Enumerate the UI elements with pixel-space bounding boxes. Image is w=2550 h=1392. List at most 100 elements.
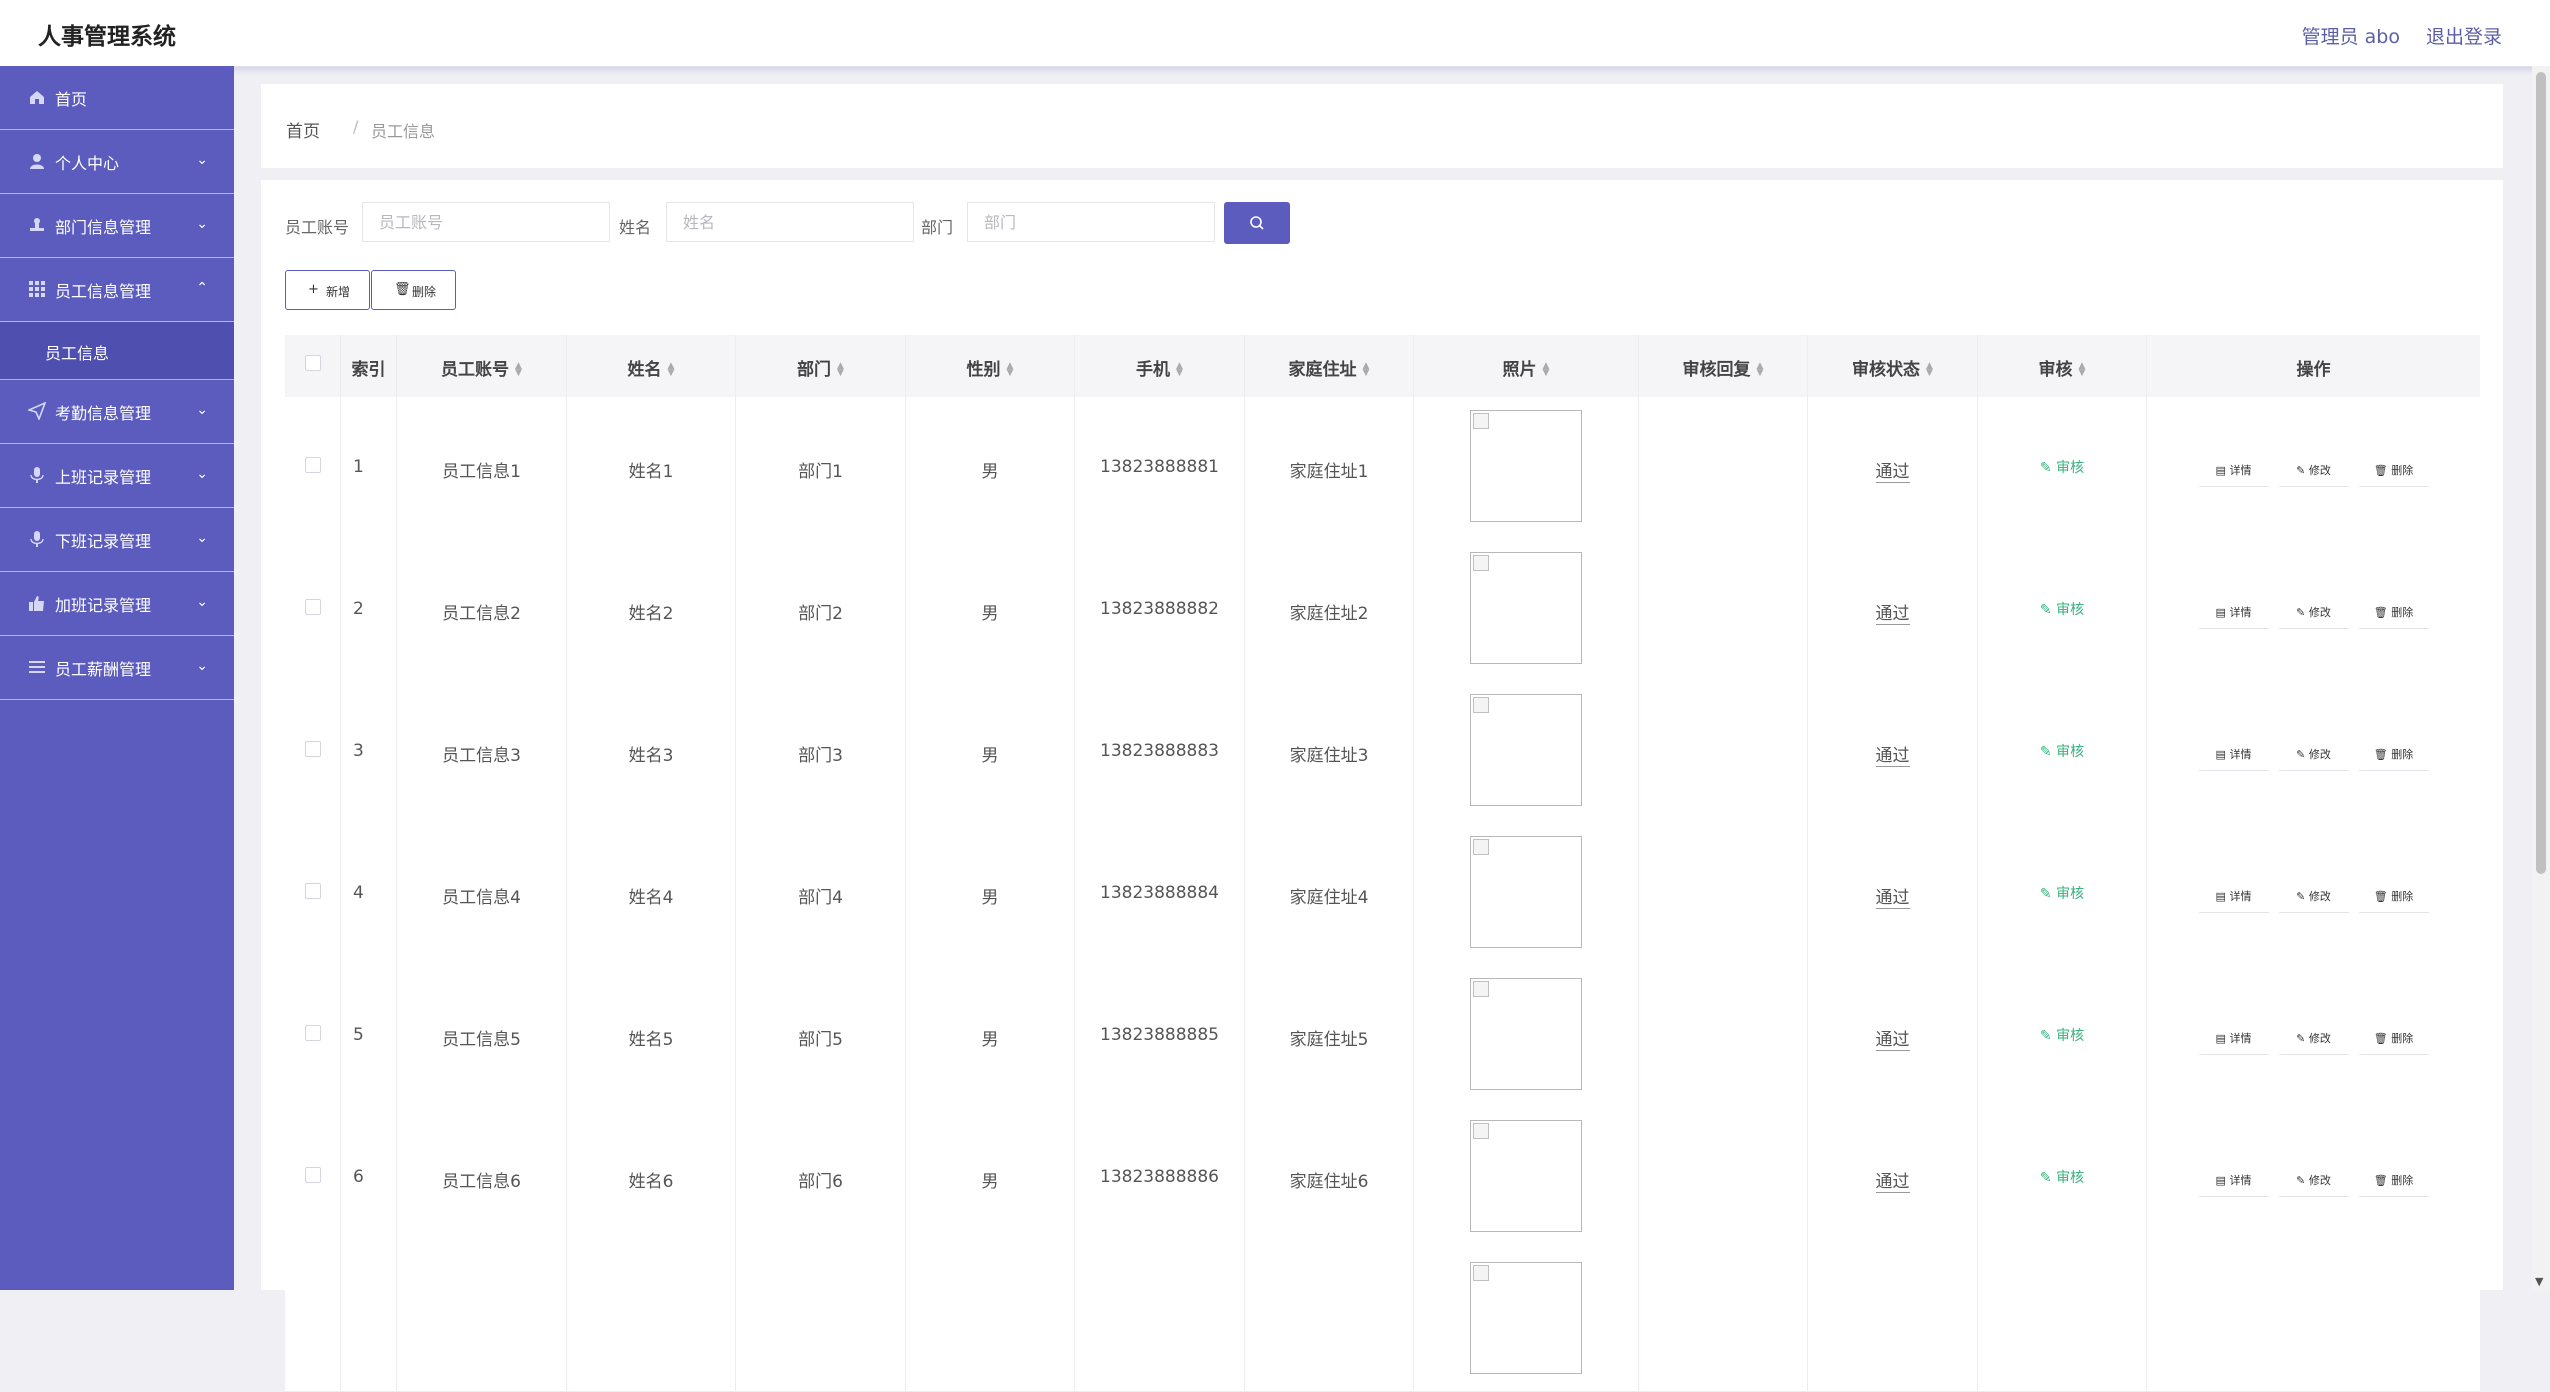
sidebar-item-employee[interactable]: 员工信息管理 ⌃ — [0, 258, 234, 322]
cell-name — [567, 1249, 736, 1391]
edit-pen-icon: ✎ — [2039, 460, 2052, 476]
cell-gender: 男 — [906, 965, 1075, 1107]
edit-icon: ✎ — [2296, 606, 2306, 619]
name-search-input[interactable] — [666, 202, 914, 242]
checkbox[interactable] — [304, 355, 321, 371]
delete-button[interactable]: 🗑 删除 — [2358, 457, 2429, 487]
scroll-thumb[interactable] — [2536, 72, 2546, 874]
delete-button[interactable]: 🗑 删除 — [2358, 1025, 2429, 1055]
document-icon: ▤ — [2215, 606, 2226, 619]
scroll-down-arrow-icon[interactable]: ▼ — [2535, 1275, 2543, 1288]
sidebar-subitem-employee-info[interactable]: 员工信息 — [0, 322, 234, 380]
checkbox[interactable] — [304, 1025, 321, 1041]
audit-link[interactable]: ✎ 审核 — [2040, 460, 2084, 476]
audit-link[interactable]: ✎ 审核 — [2040, 602, 2084, 618]
cell-reply — [1639, 965, 1808, 1107]
cell-dept: 部门6 — [736, 1107, 906, 1249]
sidebar-item-clock-in[interactable]: 上班记录管理 ⌄ — [0, 444, 234, 508]
detail-button[interactable]: ▤ 详情 — [2198, 1025, 2269, 1055]
cell-photo — [1414, 1249, 1639, 1391]
edit-button[interactable]: ✎ 修改 — [2278, 599, 2349, 629]
audit-link[interactable]: ✎ 审核 — [2040, 1028, 2084, 1044]
employee-photo — [1470, 694, 1582, 806]
delete-button[interactable]: 🗑 删除 — [2358, 883, 2429, 913]
edit-icon: ✎ — [2296, 464, 2306, 477]
cell-status: 通过 — [1808, 823, 1978, 965]
logout-link[interactable]: 退出登录 — [2426, 22, 2502, 49]
checkbox[interactable] — [304, 1167, 321, 1183]
sort-icon: ▲ ▼ — [837, 361, 844, 378]
edit-icon: ✎ — [2296, 1174, 2306, 1187]
cell-account: 员工信息3 — [397, 681, 567, 823]
cell-gender: 男 — [906, 1107, 1075, 1249]
delete-button[interactable]: 🗑 删除 — [2358, 1167, 2429, 1197]
column-header[interactable]: 审核 ▲ ▼ — [1978, 335, 2147, 397]
dept-search-input[interactable] — [967, 202, 1215, 242]
sidebar-item-clock-out[interactable]: 下班记录管理 ⌄ — [0, 508, 234, 572]
column-header[interactable]: 手机 ▲ ▼ — [1075, 335, 1245, 397]
trash-icon: 🗑 — [2373, 606, 2388, 619]
cell-address: 家庭住址4 — [1245, 823, 1414, 965]
column-header[interactable]: 照片 ▲ ▼ — [1414, 335, 1639, 397]
detail-button[interactable]: ▤ 详情 — [2198, 883, 2269, 913]
cell-reply — [1639, 539, 1808, 681]
breadcrumb-home[interactable]: 首页 — [286, 117, 320, 142]
edit-pen-icon: ✎ — [2039, 744, 2052, 760]
add-button[interactable]: + 新增 — [285, 270, 370, 310]
home-icon — [30, 91, 44, 104]
cell-photo — [1414, 965, 1639, 1107]
checkbox[interactable] — [304, 599, 321, 615]
cell-photo — [1414, 397, 1639, 539]
column-header[interactable]: 部门 ▲ ▼ — [736, 335, 906, 397]
sidebar-item-overtime[interactable]: 加班记录管理 ⌄ — [0, 572, 234, 636]
column-header[interactable]: 员工账号 ▲ ▼ — [397, 335, 567, 397]
checkbox[interactable] — [304, 741, 321, 757]
detail-button[interactable]: ▤ 详情 — [2198, 599, 2269, 629]
audit-link[interactable]: ✎ 审核 — [2040, 1170, 2084, 1186]
column-header[interactable]: 家庭住址 ▲ ▼ — [1245, 335, 1414, 397]
sidebar-item-attendance[interactable]: 考勤信息管理 ⌄ — [0, 380, 234, 444]
column-header[interactable]: 性别 ▲ ▼ — [906, 335, 1075, 397]
employee-photo — [1470, 836, 1582, 948]
cell-account: 员工信息6 — [397, 1107, 567, 1249]
column-header[interactable]: 姓名 ▲ ▼ — [567, 335, 736, 397]
row-select — [285, 823, 341, 965]
cell-status: 通过 — [1808, 681, 1978, 823]
page-scrollbar[interactable]: ▼ — [2532, 66, 2550, 1290]
cell-index: 1 — [341, 397, 397, 539]
sidebar-item-salary[interactable]: 员工薪酬管理 ⌄ — [0, 636, 234, 700]
detail-button[interactable]: ▤ 详情 — [2198, 457, 2269, 487]
checkbox[interactable] — [304, 457, 321, 473]
cell-gender: 男 — [906, 681, 1075, 823]
column-header[interactable]: 审核状态 ▲ ▼ — [1808, 335, 1978, 397]
edit-button[interactable]: ✎ 修改 — [2278, 1167, 2349, 1197]
account-search-input[interactable] — [362, 202, 610, 242]
detail-button[interactable]: ▤ 详情 — [2198, 1167, 2269, 1197]
thumb-icon — [29, 596, 44, 611]
cell-operations — [2147, 1249, 2480, 1391]
header-select-all[interactable] — [285, 335, 341, 397]
edit-button[interactable]: ✎ 修改 — [2278, 741, 2349, 771]
send-icon — [28, 402, 46, 420]
sidebar-item-label: 加班记录管理 — [55, 596, 152, 615]
edit-button[interactable]: ✎ 修改 — [2278, 883, 2349, 913]
search-icon — [1250, 216, 1264, 230]
edit-button[interactable]: ✎ 修改 — [2278, 457, 2349, 487]
batch-delete-button[interactable]: 🗑 删除 — [371, 270, 456, 310]
search-button[interactable] — [1224, 202, 1290, 244]
sidebar-item-department[interactable]: 部门信息管理 ⌄ — [0, 194, 234, 258]
cell-gender: 男 — [906, 823, 1075, 965]
sidebar-item-home[interactable]: 首页 — [0, 66, 234, 130]
delete-button[interactable]: 🗑 删除 — [2358, 599, 2429, 629]
audit-link[interactable]: ✎ 审核 — [2040, 744, 2084, 760]
cell-dept: 部门1 — [736, 397, 906, 539]
delete-button[interactable]: 🗑 删除 — [2358, 741, 2429, 771]
sidebar-item-personal[interactable]: 个人中心 ⌄ — [0, 130, 234, 194]
cell-phone: 13823888885 — [1075, 965, 1245, 1107]
cell-address: 家庭住址2 — [1245, 539, 1414, 681]
edit-button[interactable]: ✎ 修改 — [2278, 1025, 2349, 1055]
column-header[interactable]: 审核回复 ▲ ▼ — [1639, 335, 1808, 397]
detail-button[interactable]: ▤ 详情 — [2198, 741, 2269, 771]
audit-link[interactable]: ✎ 审核 — [2040, 886, 2084, 902]
checkbox[interactable] — [304, 883, 321, 899]
